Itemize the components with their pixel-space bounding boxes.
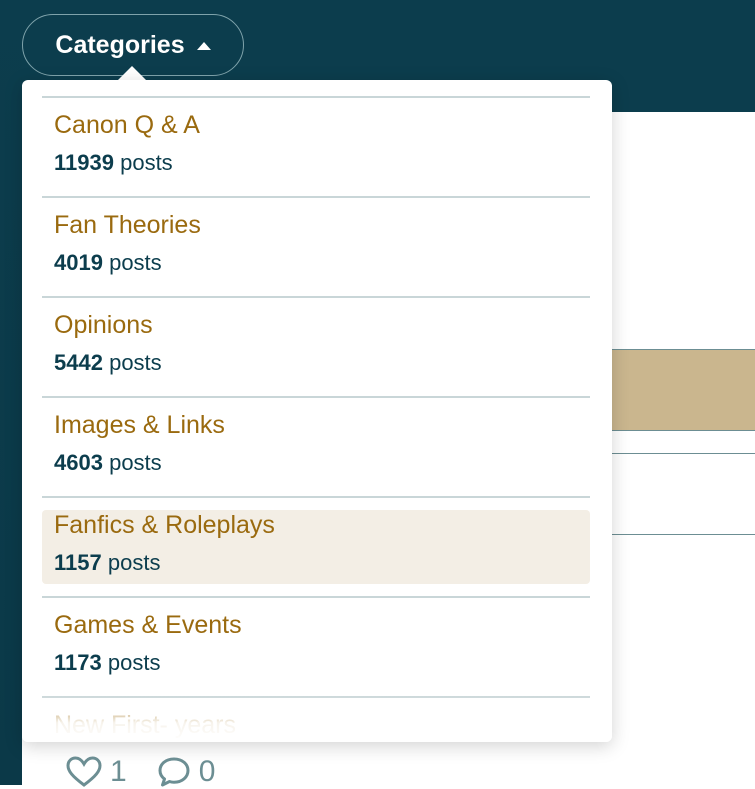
like-count: 1 [110,755,127,788]
comment-stat[interactable]: 0 [157,755,216,789]
category-post-count: 11939 posts [54,150,173,175]
heart-icon[interactable] [66,756,102,788]
category-name: Fan Theories [54,211,201,239]
category-post-count: 4603 posts [54,450,162,475]
comment-count: 0 [198,755,216,788]
category-name: Images & Links [54,411,225,439]
category-name: Games & Events [54,611,242,639]
category-item[interactable]: New First- years [42,698,590,742]
category-post-count: 5442 posts [54,350,162,375]
left-background [0,0,22,785]
category-name: Opinions [54,311,153,339]
content-divider [612,453,755,454]
category-list: Canon Q & A 11939 posts Fan Theories 401… [42,96,590,742]
category-item[interactable]: Fan Theories 4019 posts [42,198,590,298]
categories-dropdown: Canon Q & A 11939 posts Fan Theories 401… [22,80,612,742]
content-divider [612,534,755,535]
caret-up-icon [196,42,211,50]
category-name: Canon Q & A [54,111,200,139]
category-name: Fanfics & Roleplays [54,511,275,539]
category-item[interactable]: Games & Events 1173 posts [42,598,590,698]
category-post-count: 4019 posts [54,250,162,275]
dropdown-pointer [118,66,146,80]
post-stats: 1 0 [66,755,215,789]
page-content-area [612,112,755,785]
category-item-highlighted[interactable]: Fanfics & Roleplays 1157 posts [42,498,590,598]
category-item[interactable]: Images & Links 4603 posts [42,398,590,498]
content-banner [612,349,755,431]
category-name: New First- years [54,711,236,739]
category-item[interactable]: Opinions 5442 posts [42,298,590,398]
category-post-count: 1173 posts [54,650,161,675]
categories-button-label: Categories [55,30,185,59]
comment-icon[interactable] [157,756,191,788]
like-stat[interactable]: 1 [66,755,127,789]
category-item[interactable]: Canon Q & A 11939 posts [42,98,590,198]
category-post-count: 1157 posts [54,550,161,575]
